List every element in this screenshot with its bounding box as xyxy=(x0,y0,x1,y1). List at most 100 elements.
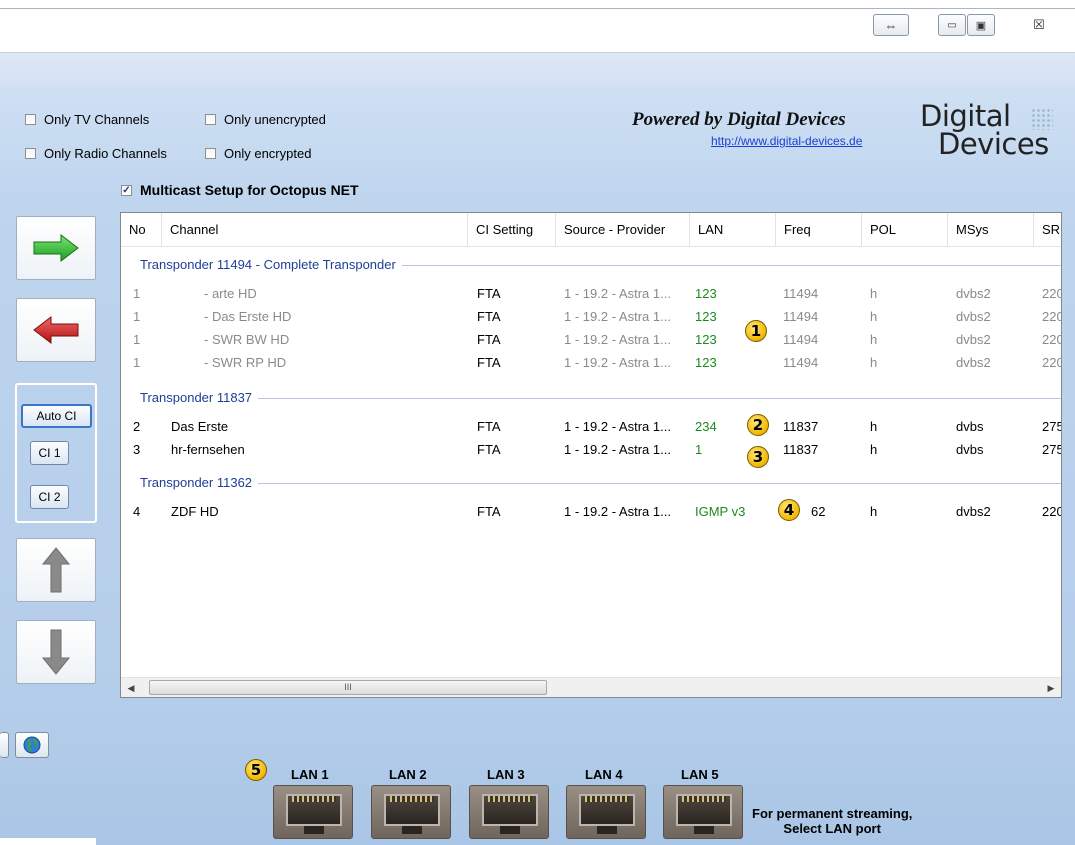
scroll-thumb[interactable]: III xyxy=(149,680,547,695)
multicast-checkbox[interactable]: Multicast Setup for Octopus NET xyxy=(121,182,359,198)
cell-freq: 62 xyxy=(811,504,826,519)
annotation-badge: 4 xyxy=(778,499,800,521)
cell-sr: 220 xyxy=(1042,286,1062,301)
port-pins xyxy=(292,796,336,802)
annotation-badge: 3 xyxy=(747,446,769,468)
only-unencrypted-checkbox[interactable]: Only unencrypted xyxy=(205,112,326,127)
cell-lan[interactable]: 1 xyxy=(695,439,702,461)
logo-line2: Devices xyxy=(938,127,1049,161)
cell-freq: 11837 xyxy=(783,442,819,457)
resize-button[interactable]: ⇔ xyxy=(873,14,909,36)
cell-freq: 11837 xyxy=(783,419,819,434)
cell-source: 1 - 19.2 - Astra 1... xyxy=(564,504,671,519)
close-button[interactable]: ☒ xyxy=(1022,14,1056,36)
cell-sr: 275 xyxy=(1042,419,1062,434)
table-row[interactable]: 1 - SWR RP HD FTA 1 - 19.2 - Astra 1... … xyxy=(121,352,1061,374)
permanent-streaming-note: For permanent streaming, Select LAN port xyxy=(752,806,912,836)
cell-lan[interactable]: 123 xyxy=(695,329,717,351)
cell-source: 1 - 19.2 - Astra 1... xyxy=(564,355,671,370)
port-pins xyxy=(585,796,629,802)
checkbox-box[interactable] xyxy=(25,114,36,125)
col-header-channel[interactable]: Channel xyxy=(162,213,468,246)
checkbox-box[interactable] xyxy=(205,148,216,159)
cell-no: 1 xyxy=(133,332,141,347)
scroll-right-icon[interactable]: ▶ xyxy=(1041,678,1061,697)
globe-button[interactable] xyxy=(15,732,49,758)
move-up-button[interactable] xyxy=(16,538,96,602)
checkbox-box[interactable] xyxy=(205,114,216,125)
only-radio-label: Only Radio Channels xyxy=(44,146,167,161)
ci2-button[interactable]: CI 2 xyxy=(30,485,69,509)
cell-no: 4 xyxy=(133,504,141,519)
only-encrypted-label: Only encrypted xyxy=(224,146,312,161)
ci2-label: CI 2 xyxy=(38,490,61,504)
table-row[interactable]: 4 ZDF HD FTA 1 - 19.2 - Astra 1... IGMP … xyxy=(121,501,1061,523)
cell-ci-setting[interactable]: FTA xyxy=(477,283,501,305)
cell-no: 1 xyxy=(133,286,141,301)
cell-pol: h xyxy=(870,332,878,347)
lan-5-port[interactable] xyxy=(663,785,743,839)
partial-button[interactable] xyxy=(0,732,9,758)
maximize-button[interactable]: ▣ xyxy=(967,14,995,36)
cell-lan[interactable]: IGMP v3 xyxy=(695,501,745,523)
cell-lan[interactable]: 234 xyxy=(695,416,717,438)
cell-channel: ZDF HD xyxy=(171,504,219,519)
annotation-badge: 5 xyxy=(245,759,267,781)
only-tv-checkbox[interactable]: Only TV Channels xyxy=(25,112,149,127)
port-pins xyxy=(682,796,726,802)
col-header-pol[interactable]: POL xyxy=(862,213,948,246)
col-header-freq[interactable]: Freq xyxy=(776,213,862,246)
lan-1-label: LAN 1 xyxy=(291,767,329,782)
cell-ci-setting[interactable]: FTA xyxy=(477,329,501,351)
ci1-button[interactable]: CI 1 xyxy=(30,441,69,465)
website-link[interactable]: http://www.digital-devices.de xyxy=(711,134,862,148)
cell-ci-setting[interactable]: FTA xyxy=(477,439,501,461)
col-header-source-provider[interactable]: Source - Provider xyxy=(556,213,690,246)
lan-2-label: LAN 2 xyxy=(389,767,427,782)
cell-ci-setting[interactable]: FTA xyxy=(477,501,501,523)
cell-lan[interactable]: 123 xyxy=(695,352,717,374)
col-header-sr[interactable]: SR xyxy=(1034,213,1061,246)
table-row[interactable]: 1 - Das Erste HD FTA 1 - 19.2 - Astra 1.… xyxy=(121,306,1061,328)
cell-ci-setting[interactable]: FTA xyxy=(477,416,501,438)
lan-1-port[interactable] xyxy=(273,785,353,839)
col-header-no[interactable]: No xyxy=(121,213,162,246)
channel-table[interactable]: No Channel CI Setting Source - Provider … xyxy=(120,212,1062,698)
arrow-up-icon xyxy=(41,547,71,593)
only-radio-checkbox[interactable]: Only Radio Channels xyxy=(25,146,167,161)
checkbox-box[interactable] xyxy=(25,148,36,159)
table-row[interactable]: 2 Das Erste FTA 1 - 19.2 - Astra 1... 23… xyxy=(121,416,1062,438)
col-header-lan[interactable]: LAN xyxy=(690,213,776,246)
add-right-button[interactable] xyxy=(16,216,96,280)
cell-ci-setting[interactable]: FTA xyxy=(477,352,501,374)
logo-dots-icon xyxy=(1031,108,1053,130)
only-encrypted-checkbox[interactable]: Only encrypted xyxy=(205,146,311,161)
checkbox-box-checked[interactable] xyxy=(121,184,132,196)
ci-button-group: Auto CI CI 1 CI 2 xyxy=(15,383,97,523)
col-header-ci-setting[interactable]: CI Setting xyxy=(468,213,556,246)
horizontal-scrollbar[interactable]: ◀ III ▶ xyxy=(121,677,1061,697)
table-row[interactable]: 1 - arte HD FTA 1 - 19.2 - Astra 1... 12… xyxy=(121,283,1062,305)
table-row[interactable]: 3 hr-fernsehen FTA 1 - 19.2 - Astra 1...… xyxy=(121,439,1061,461)
lan-3-port[interactable] xyxy=(469,785,549,839)
port-pins xyxy=(390,796,434,802)
lan-2-port[interactable] xyxy=(371,785,451,839)
move-down-button[interactable] xyxy=(16,620,96,684)
ci1-label: CI 1 xyxy=(38,446,61,460)
col-header-msys[interactable]: MSys xyxy=(948,213,1034,246)
port-pins xyxy=(488,796,532,802)
cell-ci-setting[interactable]: FTA xyxy=(477,306,501,328)
minimize-button[interactable]: ▭ xyxy=(938,14,966,36)
remove-left-button[interactable] xyxy=(16,298,96,362)
cell-lan[interactable]: 123 xyxy=(695,283,717,305)
scroll-left-icon[interactable]: ◀ xyxy=(121,678,141,697)
cell-freq: 11494 xyxy=(783,286,819,301)
cell-no: 1 xyxy=(133,309,141,324)
cell-lan[interactable]: 123 xyxy=(695,306,717,328)
annotation-badge: 1 xyxy=(745,320,767,342)
table-row[interactable]: 1 - SWR BW HD FTA 1 - 19.2 - Astra 1... … xyxy=(121,329,1061,351)
auto-ci-button[interactable]: Auto CI xyxy=(21,404,92,428)
lan-4-label: LAN 4 xyxy=(585,767,623,782)
lan-4-port[interactable] xyxy=(566,785,646,839)
cell-no: 2 xyxy=(133,419,141,434)
